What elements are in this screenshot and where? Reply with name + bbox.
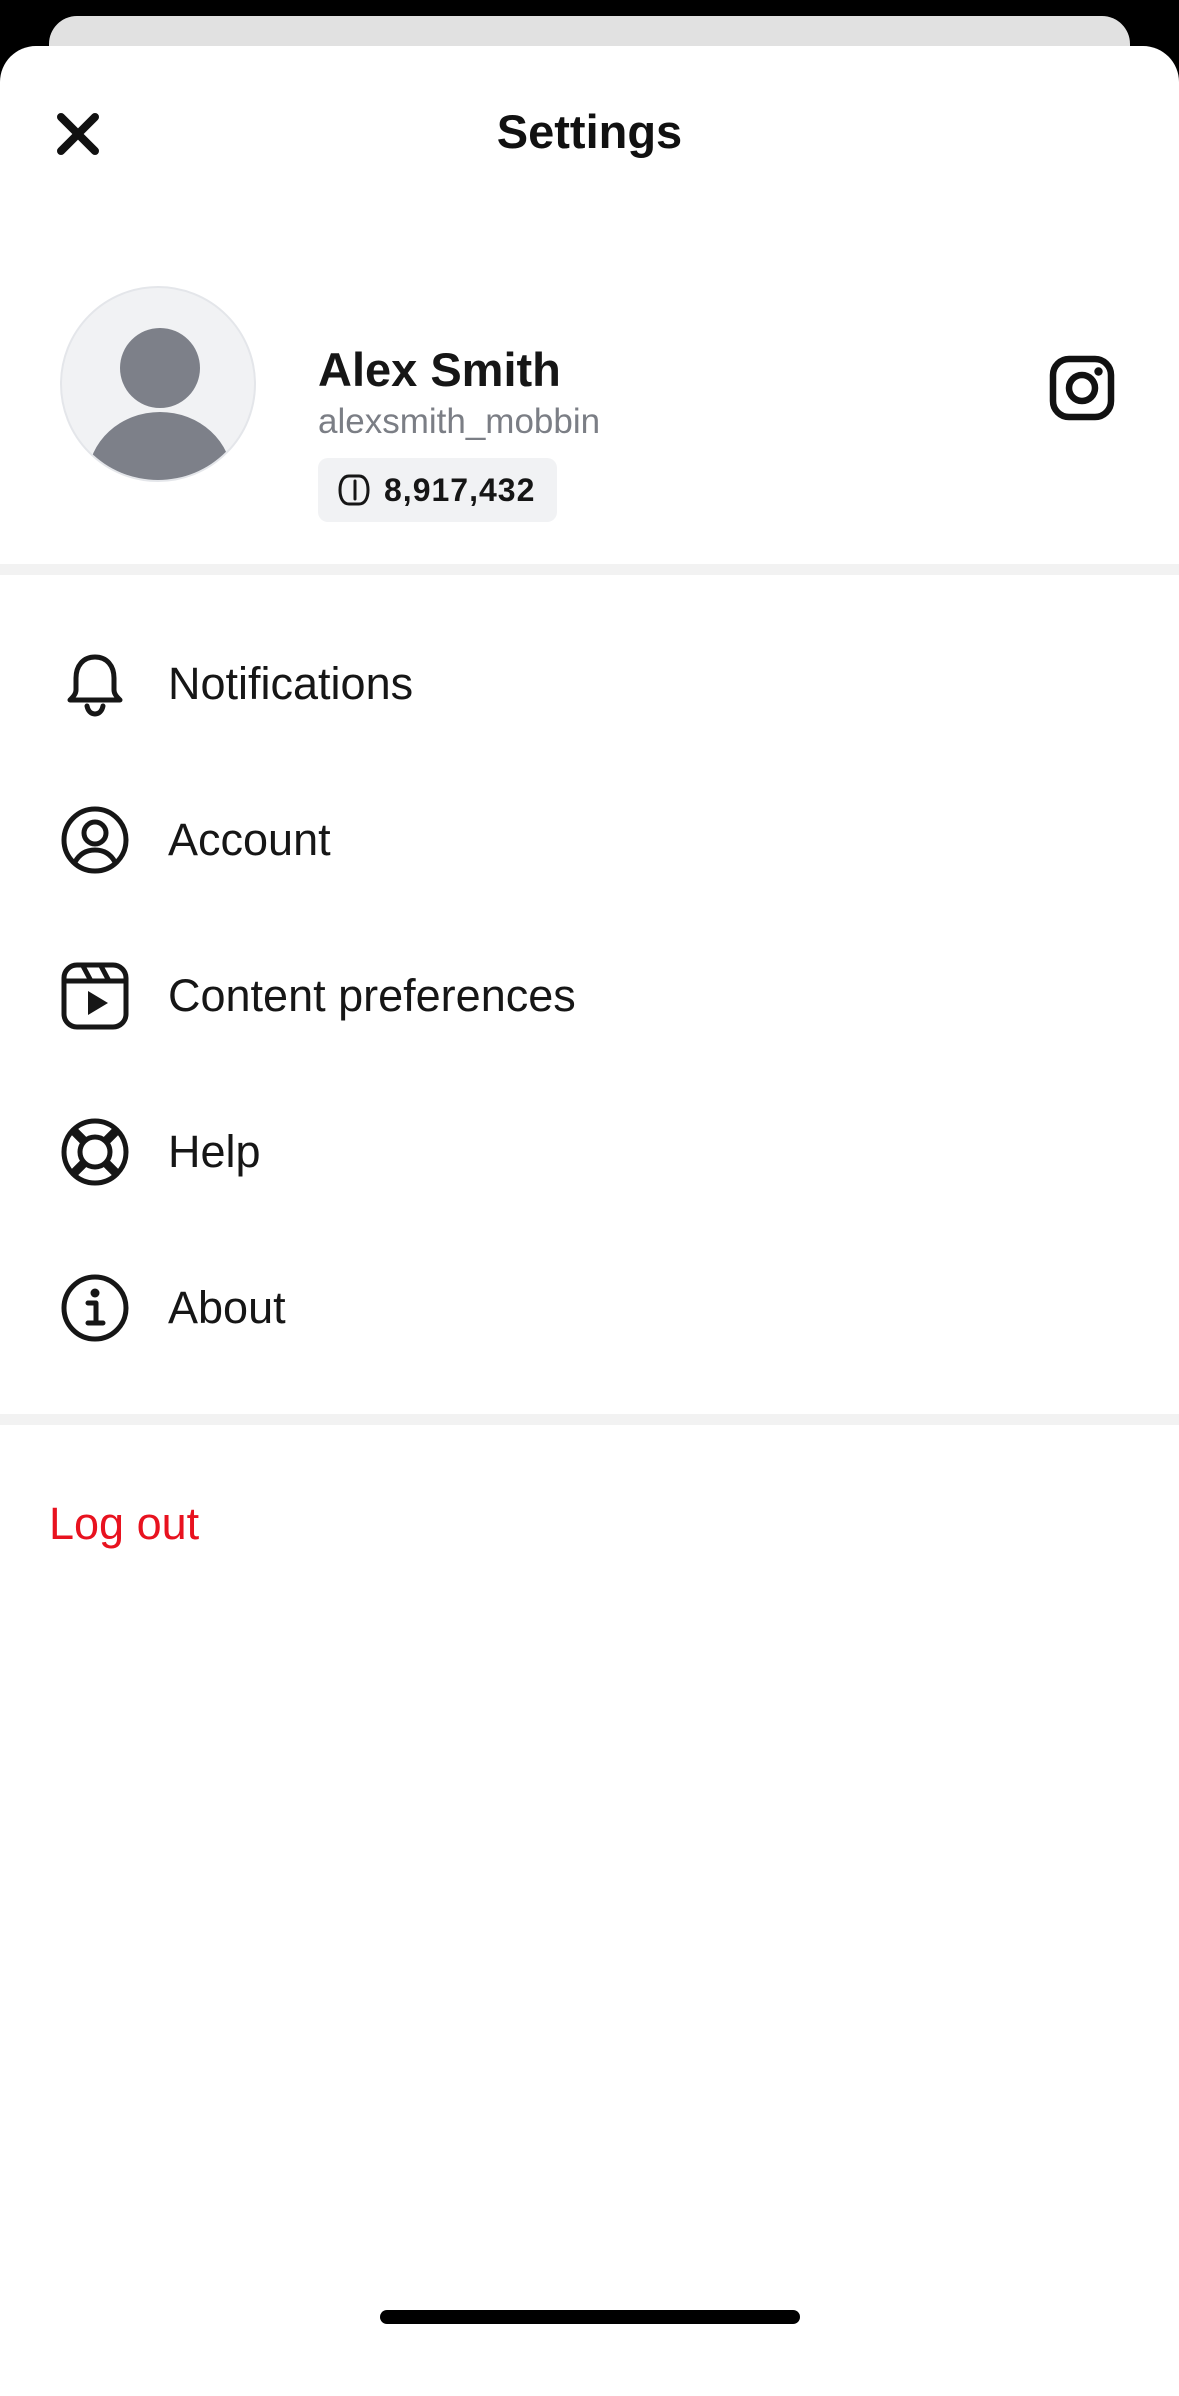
video-clip-icon	[58, 959, 132, 1033]
menu-item-label: About	[168, 1282, 286, 1333]
instagram-icon	[1049, 355, 1115, 421]
page-title: Settings	[496, 105, 683, 158]
coin-balance-badge[interactable]: 8,917,432	[318, 458, 558, 522]
section-divider	[0, 1414, 1179, 1425]
settings-menu: Notifications Account Content preference…	[0, 606, 1179, 1386]
avatar[interactable]	[60, 286, 256, 482]
sheet-header: Settings	[0, 46, 1179, 216]
menu-item-help[interactable]: Help	[0, 1074, 1179, 1230]
menu-item-about[interactable]: About	[0, 1230, 1179, 1386]
menu-item-content-preferences[interactable]: Content preferences	[0, 918, 1179, 1074]
profile-name: Alex Smith	[318, 343, 561, 396]
menu-item-label: Notifications	[168, 658, 414, 709]
user-circle-icon	[58, 803, 132, 877]
default-avatar-icon	[88, 328, 232, 480]
lifebuoy-icon	[58, 1115, 132, 1189]
menu-item-notifications[interactable]: Notifications	[0, 606, 1179, 762]
settings-sheet: Settings Alex Smith alexsmith_mobbin 8,9…	[0, 46, 1179, 2396]
info-icon	[58, 1271, 132, 1345]
menu-item-label: Help	[168, 1126, 261, 1177]
menu-item-account[interactable]: Account	[0, 762, 1179, 918]
logout-button[interactable]: Log out	[49, 1498, 199, 1550]
instagram-button[interactable]	[1042, 348, 1122, 428]
menu-item-label: Content preferences	[168, 970, 576, 1021]
profile-username: alexsmith_mobbin	[318, 402, 601, 441]
coin-icon	[338, 474, 370, 506]
profile-section: Alex Smith alexsmith_mobbin 8,917,432	[0, 286, 1179, 522]
home-indicator	[380, 2310, 800, 2324]
menu-item-label: Account	[168, 814, 331, 865]
section-divider	[0, 564, 1179, 575]
bell-icon	[58, 647, 132, 721]
coin-balance-value: 8,917,432	[384, 471, 536, 508]
